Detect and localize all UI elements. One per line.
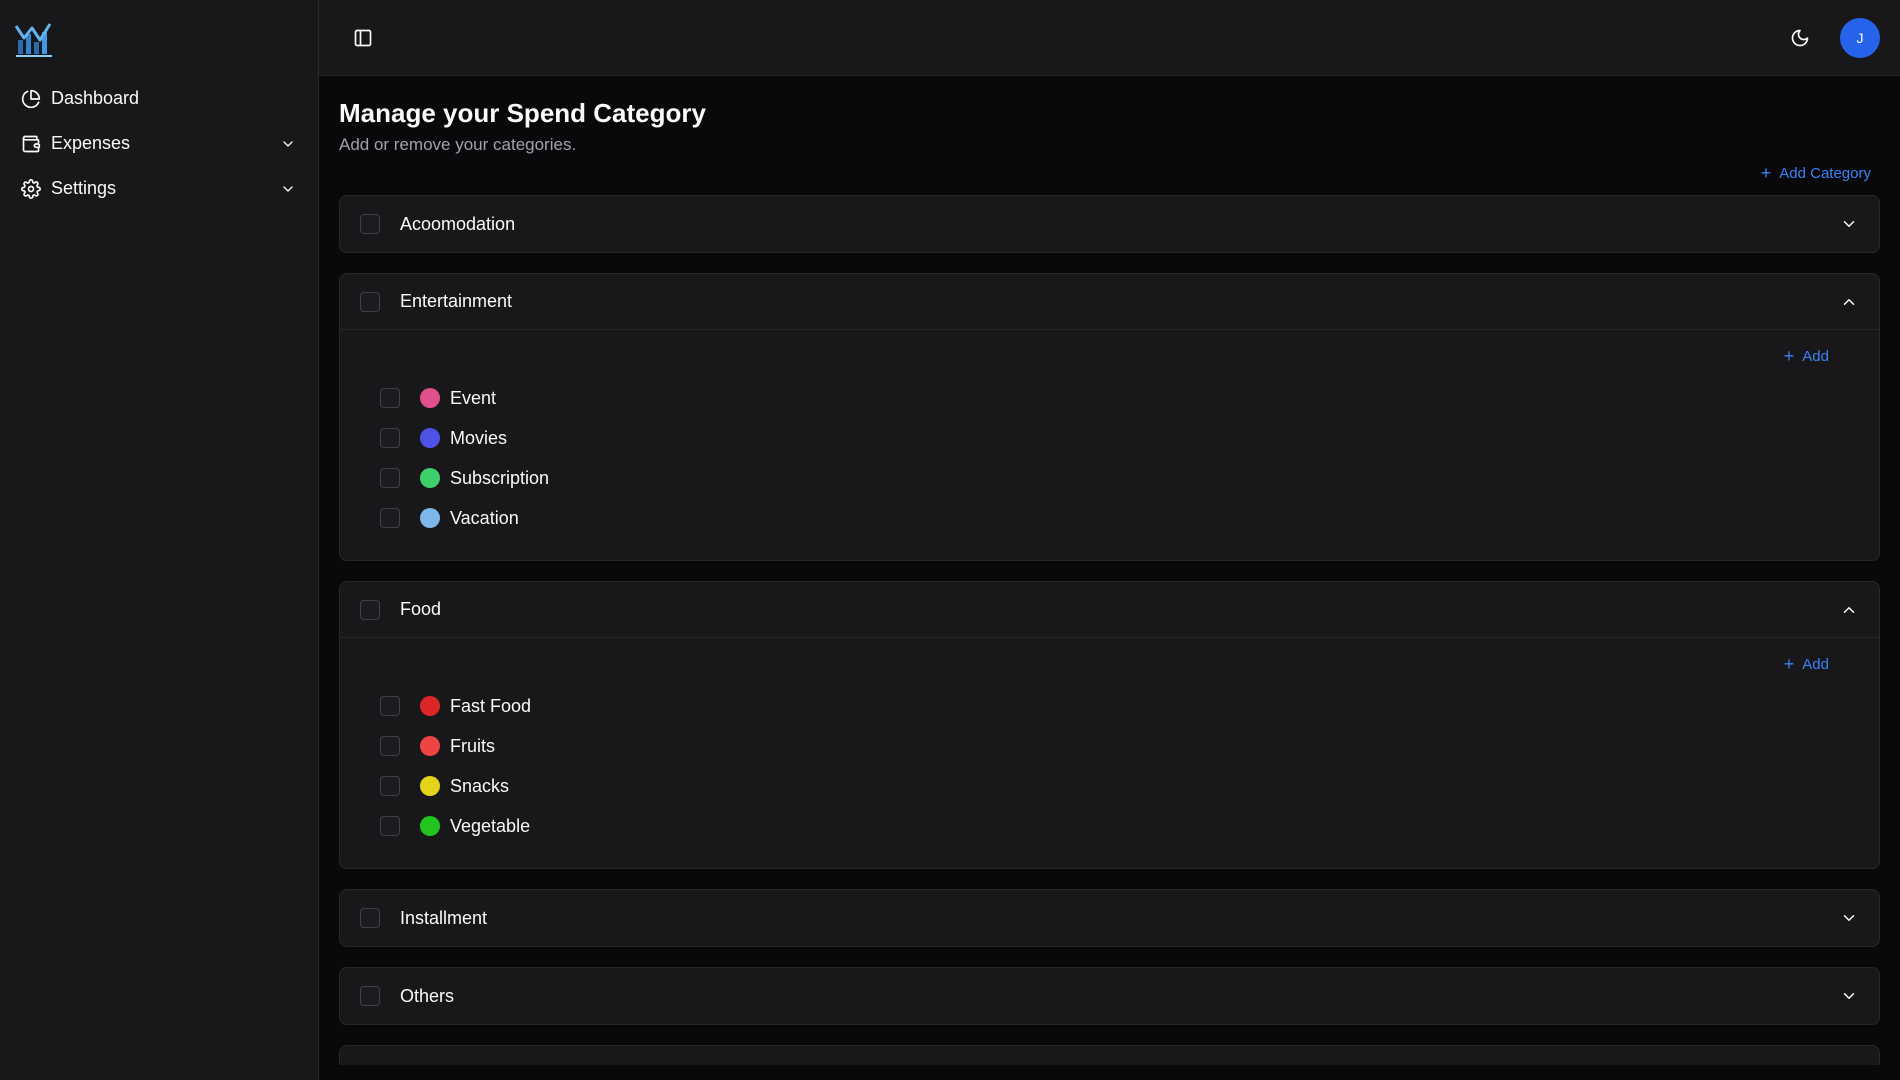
chevron-down-icon[interactable] xyxy=(1837,212,1861,236)
sidebar-item-label: Expenses xyxy=(51,133,131,153)
subcategory-label: Movies xyxy=(450,427,508,448)
subcategory-checkbox[interactable] xyxy=(380,508,400,529)
category-card: Acoomodation xyxy=(339,195,1880,254)
color-dot xyxy=(420,816,440,837)
color-dot xyxy=(420,428,440,449)
category-checkbox[interactable] xyxy=(360,908,380,929)
category-title: Others xyxy=(400,985,455,1006)
category-list: Acoomodation Entertainment + Add Event M… xyxy=(339,195,1880,1066)
category-header[interactable]: Acoomodation xyxy=(340,196,1879,252)
main-area: J Manage your Spend Category Add or remo… xyxy=(319,0,1900,1080)
page-subtitle: Add or remove your categories. xyxy=(339,135,577,155)
chevron-up-icon[interactable] xyxy=(1837,290,1861,314)
color-dot xyxy=(420,388,440,409)
pie-chart-icon xyxy=(20,88,42,110)
subcategory-item: Fast Food xyxy=(380,694,1829,718)
sidebar-toggle-icon xyxy=(354,29,372,46)
chevron-down-icon[interactable] xyxy=(1837,906,1861,930)
chevron-down-icon[interactable] xyxy=(278,179,298,199)
category-title: Acoomodation xyxy=(400,213,516,234)
subcategory-checkbox[interactable] xyxy=(380,468,400,489)
category-body: + Add Event Movies Subscription Vacation xyxy=(340,330,1879,560)
add-category-label: Add Category xyxy=(1779,164,1871,182)
chevron-down-icon[interactable] xyxy=(278,134,298,154)
color-dot xyxy=(420,696,440,717)
page-title: Manage your Spend Category xyxy=(339,98,706,128)
logo[interactable] xyxy=(0,0,318,76)
subcategory-label: Snacks xyxy=(450,775,510,796)
color-dot xyxy=(420,468,440,489)
subcategory-item: Vacation xyxy=(380,506,1829,530)
category-card-partial xyxy=(339,1045,1880,1066)
gear-icon xyxy=(20,178,42,200)
moon-icon xyxy=(1791,29,1809,46)
subcategory-item: Snacks xyxy=(380,774,1829,798)
subcategory-item: Subscription xyxy=(380,466,1829,490)
subcategory-list: Fast Food Fruits Snacks Vegetable xyxy=(380,694,1829,838)
add-category-button[interactable]: + Add Category xyxy=(1761,161,1871,185)
color-dot xyxy=(420,508,440,529)
chart-logo-icon xyxy=(14,23,52,57)
subcategory-checkbox[interactable] xyxy=(380,816,400,837)
plus-icon: + xyxy=(1783,346,1795,367)
avatar[interactable]: J xyxy=(1840,17,1880,58)
color-dot xyxy=(420,736,440,757)
add-subcategory-button[interactable]: + Add xyxy=(1784,344,1829,368)
sidebar-toggle-button[interactable] xyxy=(345,20,381,56)
category-card: Entertainment + Add Event Movies Subscri… xyxy=(339,273,1880,562)
sidebar-item-expenses[interactable]: Expenses xyxy=(12,121,306,166)
category-card: Others xyxy=(339,967,1880,1026)
sidebar-item-settings[interactable]: Settings xyxy=(12,166,306,211)
subcategory-label: Subscription xyxy=(450,467,550,488)
subcategory-label: Vegetable xyxy=(450,815,531,836)
category-checkbox[interactable] xyxy=(360,599,380,620)
wallet-icon xyxy=(20,133,42,155)
subcategory-checkbox[interactable] xyxy=(380,388,400,409)
category-header[interactable]: Entertainment xyxy=(340,274,1879,331)
sidebar-item-label: Dashboard xyxy=(51,88,140,108)
category-header[interactable]: Others xyxy=(340,968,1879,1024)
add-subcategory-button[interactable]: + Add xyxy=(1784,652,1829,676)
subcategory-item: Event xyxy=(380,386,1829,410)
subcategory-checkbox[interactable] xyxy=(380,696,400,717)
plus-icon: + xyxy=(1760,163,1772,184)
subcategory-checkbox[interactable] xyxy=(380,428,400,449)
subcategory-checkbox[interactable] xyxy=(380,736,400,757)
sidebar-nav: Dashboard Expenses Settings xyxy=(0,76,318,211)
subcategory-item: Fruits xyxy=(380,734,1829,758)
subcategory-label: Vacation xyxy=(450,507,519,528)
subcategory-checkbox[interactable] xyxy=(380,776,400,797)
color-dot xyxy=(420,776,440,797)
category-checkbox[interactable] xyxy=(360,214,380,235)
plus-icon: + xyxy=(1783,654,1795,675)
chevron-down-icon[interactable] xyxy=(1837,984,1861,1008)
sidebar-item-label: Settings xyxy=(51,178,117,198)
subcategory-item: Vegetable xyxy=(380,814,1829,838)
category-header[interactable]: Food xyxy=(340,582,1879,639)
subcategory-item: Movies xyxy=(380,426,1829,450)
subcategory-label: Fast Food xyxy=(450,695,532,716)
category-title: Installment xyxy=(400,907,488,928)
category-title: Food xyxy=(400,599,442,620)
category-title: Entertainment xyxy=(400,291,513,312)
category-checkbox[interactable] xyxy=(360,986,380,1007)
theme-toggle-button[interactable] xyxy=(1782,20,1818,56)
category-card: Food + Add Fast Food Fruits Snacks Veget… xyxy=(339,581,1880,870)
topbar: J xyxy=(319,0,1900,76)
sidebar: Dashboard Expenses Settings xyxy=(0,0,319,1080)
category-page: Manage your Spend Category Add or remove… xyxy=(319,76,1900,1080)
category-body: + Add Fast Food Fruits Snacks Vegetable xyxy=(340,638,1879,868)
subcategory-label: Event xyxy=(450,387,497,408)
category-header[interactable]: Installment xyxy=(340,890,1879,946)
category-checkbox[interactable] xyxy=(360,291,380,312)
sidebar-item-dashboard[interactable]: Dashboard xyxy=(12,76,306,121)
subcategory-list: Event Movies Subscription Vacation xyxy=(380,386,1829,530)
subcategory-label: Fruits xyxy=(450,735,495,756)
chevron-up-icon[interactable] xyxy=(1837,598,1861,622)
add-label: Add xyxy=(1802,655,1829,673)
add-label: Add xyxy=(1802,347,1829,365)
topbar-actions: J xyxy=(1782,17,1880,58)
category-card: Installment xyxy=(339,889,1880,948)
